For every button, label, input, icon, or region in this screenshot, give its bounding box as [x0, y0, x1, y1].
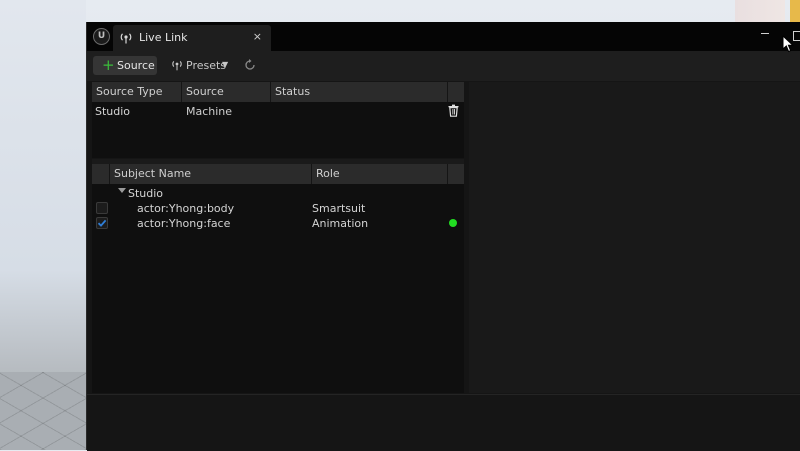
- subject-group-studio[interactable]: Studio: [92, 185, 464, 201]
- live-link-window: U Live Link × + Source Presets ▼ Source …: [86, 22, 800, 451]
- subject-list: Subject Name Role Studio actor:Yhong:bod…: [92, 164, 464, 393]
- add-source-label: Source: [117, 59, 155, 72]
- column-source-type[interactable]: Source Type: [92, 82, 182, 102]
- table-row[interactable]: actor:Yhong:face Animation: [92, 216, 464, 231]
- presets-dropdown[interactable]: Presets ▼: [169, 56, 231, 75]
- source-list: Source Type Source Machine Status Studio: [92, 82, 464, 158]
- source-row[interactable]: Studio: [92, 102, 464, 120]
- subject-enable-checkbox[interactable]: [96, 217, 108, 229]
- chevron-down-icon: ▼: [222, 60, 229, 69]
- subject-group-label: Studio: [128, 187, 164, 200]
- trash-icon[interactable]: [447, 104, 460, 117]
- source-list-header: Source Type Source Machine Status: [92, 82, 464, 118]
- column-role[interactable]: Role: [312, 164, 448, 184]
- left-panel: Source Type Source Machine Status Studio…: [92, 82, 464, 393]
- presets-label: Presets: [186, 59, 227, 72]
- plus-icon: +: [102, 56, 115, 74]
- viewport-background: [0, 0, 86, 450]
- bottom-panel: [87, 394, 800, 451]
- source-type-cell: Studio: [95, 105, 131, 118]
- presets-icon: [172, 61, 182, 71]
- column-source-machine[interactable]: Source Machine: [182, 82, 271, 118]
- details-panel: [469, 82, 800, 393]
- refresh-icon[interactable]: [243, 58, 257, 72]
- expand-arrow-icon[interactable]: [118, 188, 126, 193]
- table-row[interactable]: actor:Yhong:body Smartsuit: [92, 201, 464, 216]
- subject-name-cell: actor:Yhong:body: [137, 202, 235, 215]
- tab-live-link[interactable]: Live Link ×: [113, 25, 271, 51]
- mouse-cursor-icon: [782, 35, 795, 53]
- live-link-icon: [120, 33, 132, 44]
- add-source-button[interactable]: + Source: [93, 56, 157, 75]
- viewport-background-object: [790, 0, 800, 22]
- title-bar[interactable]: U Live Link ×: [87, 22, 800, 51]
- checkmark-icon: [97, 219, 107, 227]
- column-checkbox: [92, 164, 110, 184]
- tab-label: Live Link: [139, 31, 188, 44]
- viewport-floor-grid: [0, 372, 86, 450]
- toolbar: + Source Presets ▼: [87, 51, 800, 81]
- column-status[interactable]: Status: [271, 82, 448, 102]
- subject-name-cell: actor:Yhong:face: [137, 217, 231, 230]
- status-indicator-icon: [449, 219, 457, 227]
- tab-close-button[interactable]: ×: [253, 30, 262, 43]
- subject-role-cell: Animation: [312, 217, 369, 230]
- subject-enable-checkbox[interactable]: [96, 202, 108, 214]
- subject-role-cell: Smartsuit: [312, 202, 366, 215]
- unreal-logo-icon: U: [93, 28, 110, 45]
- minimize-icon[interactable]: [760, 27, 772, 39]
- viewport-background-object: [735, 0, 785, 22]
- subject-list-header: Subject Name Role: [92, 164, 464, 184]
- column-subject-name[interactable]: Subject Name: [110, 164, 312, 184]
